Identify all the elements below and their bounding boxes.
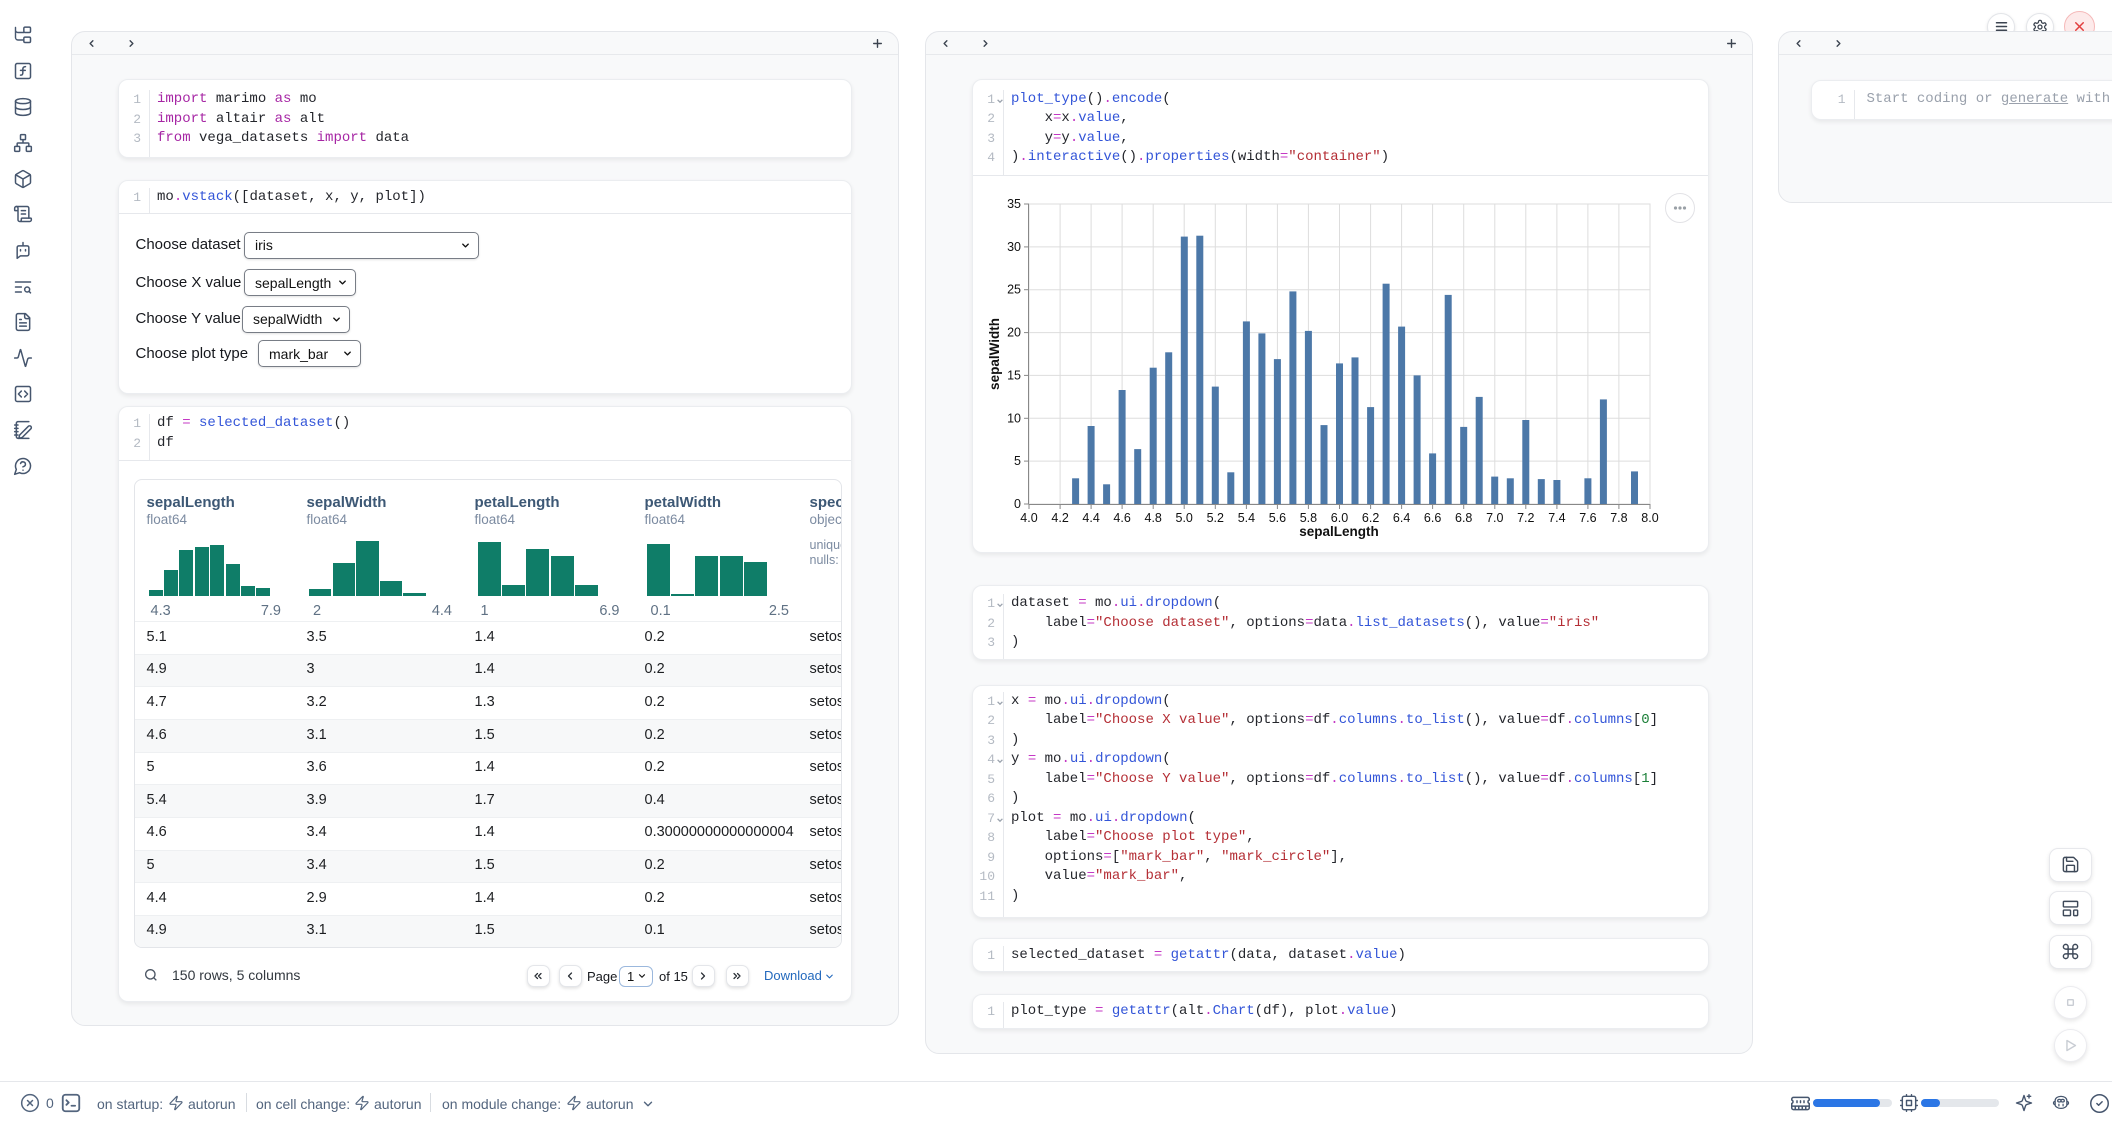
svg-text:8.0: 8.0 <box>1641 511 1658 525</box>
svg-text:5.0: 5.0 <box>1176 511 1193 525</box>
svg-text:30: 30 <box>1007 240 1021 254</box>
svg-text:10: 10 <box>1007 411 1021 425</box>
svg-text:4.0: 4.0 <box>1020 511 1037 525</box>
svg-text:20: 20 <box>1007 326 1021 340</box>
svg-text:7.2: 7.2 <box>1517 511 1534 525</box>
svg-text:7.6: 7.6 <box>1579 511 1596 525</box>
svg-text:sepalWidth: sepalWidth <box>987 318 1002 390</box>
svg-text:0: 0 <box>1014 497 1021 511</box>
svg-text:6.8: 6.8 <box>1455 511 1472 525</box>
svg-text:5.6: 5.6 <box>1269 511 1286 525</box>
svg-text:6.0: 6.0 <box>1331 511 1348 525</box>
svg-text:35: 35 <box>1007 197 1021 211</box>
svg-text:4.8: 4.8 <box>1145 511 1162 525</box>
svg-text:7.0: 7.0 <box>1486 511 1503 525</box>
svg-text:6.2: 6.2 <box>1362 511 1379 525</box>
svg-text:6.6: 6.6 <box>1424 511 1441 525</box>
svg-text:5.8: 5.8 <box>1300 511 1317 525</box>
svg-text:6.4: 6.4 <box>1393 511 1410 525</box>
svg-text:15: 15 <box>1007 368 1021 382</box>
svg-text:5: 5 <box>1014 454 1021 468</box>
svg-text:4.2: 4.2 <box>1051 511 1068 525</box>
svg-text:5.2: 5.2 <box>1207 511 1224 525</box>
svg-text:7.4: 7.4 <box>1548 511 1565 525</box>
svg-text:sepalLength: sepalLength <box>1299 524 1379 539</box>
svg-text:4.6: 4.6 <box>1113 511 1130 525</box>
svg-text:4.4: 4.4 <box>1082 511 1099 525</box>
svg-text:7.8: 7.8 <box>1610 511 1627 525</box>
svg-text:5.4: 5.4 <box>1238 511 1255 525</box>
svg-text:25: 25 <box>1007 283 1021 297</box>
